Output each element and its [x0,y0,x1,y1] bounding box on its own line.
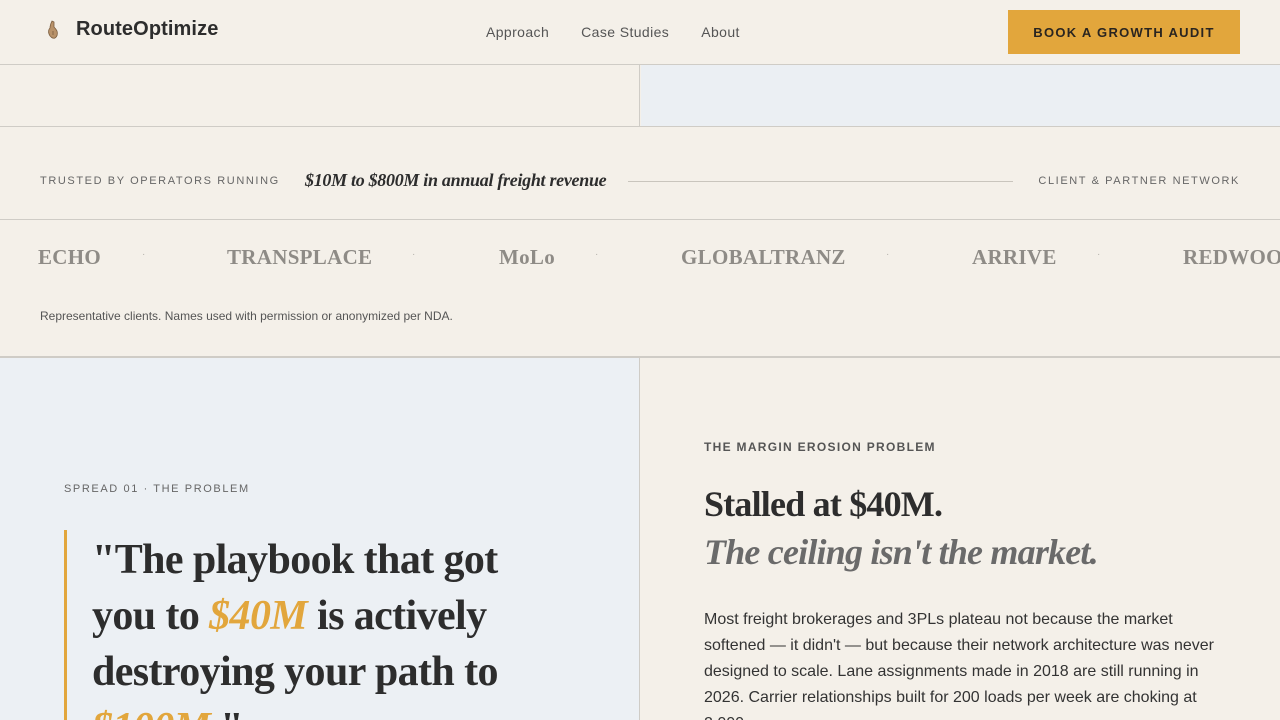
client-logo-transplace: TRANSPLACE [227,245,373,269]
client-logo-redwood: REDWOO [1183,245,1280,269]
logo-separator: · [412,249,416,260]
quote-text: ." [210,705,243,720]
quote-accent-bar [64,530,67,720]
hand-icon [48,19,58,39]
logo-separator: · [142,249,146,260]
spread-label: SPREAD 01 · THE PROBLEM [64,483,250,495]
client-logo-globaltranz: GLOBALTRANZ [681,245,846,269]
trust-revenue: $10M to $800M in annual freight revenue [305,170,607,190]
nav-about[interactable]: About [701,24,740,40]
logo-separator: · [1097,249,1101,260]
section-body: Most freight brokerages and 3PLs plateau… [704,611,1214,720]
main-nav: Approach Case Studies About [486,24,772,40]
logo-separator: · [886,249,890,260]
book-growth-audit-button[interactable]: BOOK A GROWTH AUDIT [1008,10,1240,54]
logo-separator: · [595,249,599,260]
client-logo-echo: ECHO [38,245,102,269]
margin-erosion-panel: THE MARGIN EROSION PROBLEM Stalled at $4… [640,358,1280,720]
nav-case-studies[interactable]: Case Studies [581,24,669,40]
client-logo-molo: MoLo [499,245,556,269]
quote-highlight: $100M [92,705,211,720]
nav-approach[interactable]: Approach [486,24,549,40]
section-headline: Stalled at $40M. [704,484,943,524]
hero-band-left [0,65,640,126]
pull-quote: "The playbook that got you to $40M is ac… [92,532,562,720]
partner-network-label: CLIENT & PARTNER NETWORK [1038,175,1240,187]
spread-problem-panel: SPREAD 01 · THE PROBLEM "The playbook th… [0,358,640,720]
hero-band [0,65,1280,127]
trust-label: TRUSTED BY OPERATORS RUNNING [40,175,280,187]
logos-disclaimer: Representative clients. Names used with … [40,309,453,323]
client-logo-arrive: ARRIVE [972,245,1057,269]
divider-line [628,181,1013,182]
brand-logo[interactable]: RouteOptimize [46,18,218,41]
quote-highlight: $40M [209,593,308,639]
site-header: RouteOptimize Approach Case Studies Abou… [0,0,1280,65]
trust-bar: TRUSTED BY OPERATORS RUNNING $10M to $80… [0,127,1280,220]
hero-band-right [641,65,1280,126]
section-label: THE MARGIN EROSION PROBLEM [704,440,936,454]
section-subheadline: The ceiling isn't the market. [704,532,1099,572]
client-logos: ECHO · TRANSPLACE · MoLo · GLOBALTRANZ ·… [0,220,1280,358]
brand-name: RouteOptimize [76,18,219,40]
